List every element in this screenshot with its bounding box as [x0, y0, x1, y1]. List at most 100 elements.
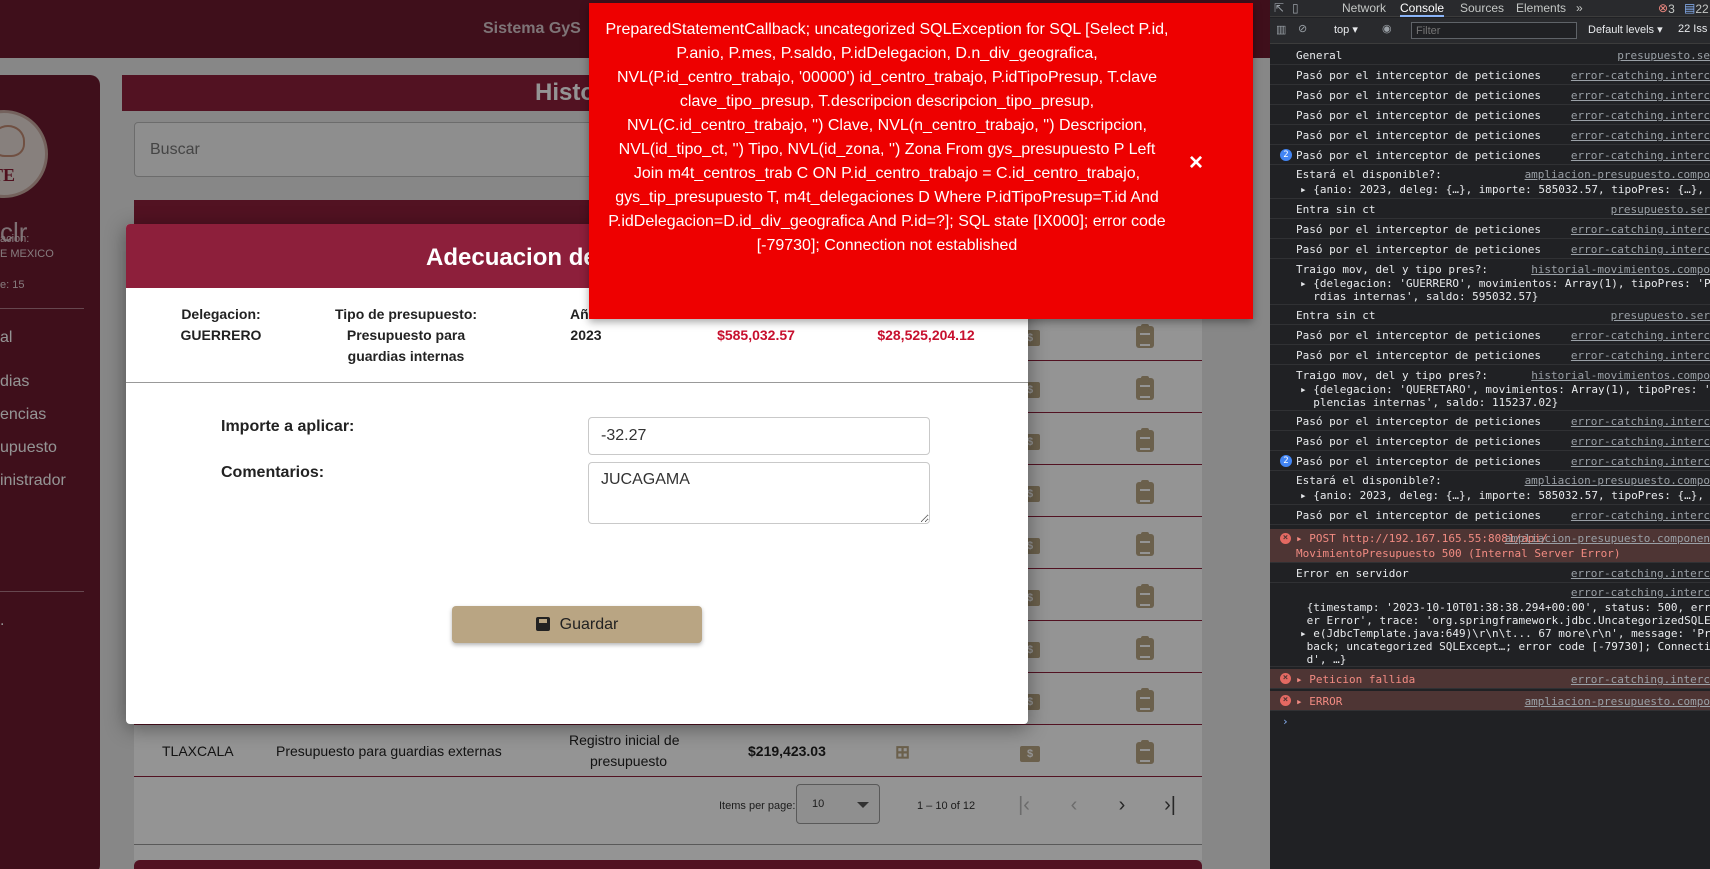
close-icon[interactable]: × [1189, 151, 1203, 175]
disponible-value: $28,525,204.12 [877, 327, 975, 343]
log-entry: Estará el disponible?: ampliacion-presupu… [1270, 471, 1710, 505]
error-message: PreparedStatementCallback; uncategorized… [605, 21, 1169, 254]
tipo-value-2: guardias internas [347, 348, 465, 364]
log-source-link[interactable]: error-catching.interc [1571, 415, 1710, 428]
log-entry: Pasó por el interceptor de peticiones err… [1270, 125, 1710, 145]
log-entry: General presupuesto.se [1270, 46, 1710, 65]
log-entry: Pasó por el interceptor de peticiones err… [1270, 411, 1710, 431]
log-entry-object: error-catching.interc {timestamp: '2023-… [1270, 583, 1710, 667]
delegacion-info: Delegacion: GUERRERO [166, 304, 276, 346]
comentarios-textarea[interactable]: JUCAGAMA [588, 462, 930, 524]
eye-icon[interactable]: ◉ [1382, 22, 1392, 35]
log-source-link[interactable]: error-catching.interc [1571, 149, 1710, 162]
log-entry: Traigo mov, del y tipo pres?: historial-m… [1270, 365, 1710, 411]
log-entry: Pasó por el interceptor de peticiones err… [1270, 239, 1710, 259]
repeat-count-badge: 2 [1280, 455, 1292, 467]
device-toggle-icon[interactable]: ▯ [1292, 1, 1299, 15]
log-source-link[interactable]: error-catching.interc [1571, 243, 1710, 256]
log-object-cont: rdias internas', saldo: 595032.57} [1300, 290, 1539, 303]
log-entry: Pasó por el interceptor de peticiones err… [1270, 219, 1710, 239]
log-entry: Traigo mov, del y tipo pres?: historial-m… [1270, 259, 1710, 305]
tab-console[interactable]: Console [1400, 1, 1445, 17]
clear-console-icon[interactable]: ⊘ [1298, 22, 1307, 35]
delegacion-value: GUERRERO [180, 327, 262, 343]
log-entry: Pasó por el interceptor de peticiones err… [1270, 505, 1710, 525]
log-expand[interactable]: ▸ Peticion fallida [1296, 673, 1415, 686]
tipo-value: Presupuesto para [346, 327, 466, 343]
log-source-link[interactable]: presupuesto.ser [1611, 309, 1710, 322]
log-source-link[interactable]: presupuesto.ser [1611, 203, 1710, 216]
log-source-link[interactable]: ampliacion-presupuesto.compo [1525, 695, 1710, 708]
log-error-fallida: × ▸ Peticion fallida error-catching.interc [1270, 669, 1710, 689]
error-icon: × [1280, 695, 1291, 706]
log-entry: Pasó por el interceptor de peticiones err… [1270, 105, 1710, 125]
repeat-count-badge: 2 [1280, 149, 1292, 161]
importe-label: Importe a aplicar: [221, 418, 355, 435]
inspect-icon[interactable]: ⇱ [1274, 1, 1284, 15]
sidebar-toggle-icon[interactable]: ▥ [1276, 23, 1286, 36]
app-page: Sistema GyS STE clr acion: E MEXICO e: 1… [0, 0, 1270, 869]
log-object[interactable]: ▸ {anio: 2023, deleg: {…}, importe: 5850… [1300, 489, 1710, 502]
console-toolbar: ▥ ⊘ top ▾ ◉ Default levels ▾ 22 Iss [1270, 18, 1710, 44]
log-source-link[interactable]: error-catching.interc [1571, 586, 1710, 599]
issues-count[interactable]: ▤ 22 [1684, 1, 1709, 16]
log-expand[interactable]: ▸ ERROR [1296, 695, 1342, 708]
log-source-link[interactable]: presupuesto.se [1617, 49, 1710, 62]
dialog-title: Adecuacion de [426, 244, 597, 271]
issues-button[interactable]: 22 Iss [1678, 23, 1707, 35]
log-object-cont: plencias internas', saldo: 115237.02} [1300, 396, 1559, 409]
log-entry: Pasó por el interceptor de peticiones err… [1270, 85, 1710, 105]
context-select[interactable]: top ▾ [1334, 23, 1358, 36]
saldo-value: $585,032.57 [717, 327, 795, 343]
log-entry: Estará el disponible?: ampliacion-presupu… [1270, 165, 1710, 199]
log-source-link[interactable]: ampliacion-presupuesto.compo [1525, 474, 1710, 487]
log-source-link[interactable]: error-catching.interc [1571, 509, 1710, 522]
console-filter-input[interactable] [1411, 22, 1577, 39]
tab-network[interactable]: Network [1342, 1, 1386, 15]
console-prompt[interactable]: › [1282, 715, 1289, 728]
tab-sources[interactable]: Sources [1460, 1, 1504, 15]
log-source-link[interactable]: historial-movimientos.compo [1531, 369, 1710, 382]
log-error-post: × ▸ POST http://192.167.165.55:8081/api/a… [1270, 529, 1710, 563]
tipo-info: Tipo de presupuesto: Presupuesto para gu… [321, 304, 491, 367]
log-source-link[interactable]: ampliacion-presupuesto.compo [1525, 168, 1710, 181]
save-icon [535, 616, 550, 631]
devtools-panel: ⇱ ▯ Network Console Sources Elements » ⊗… [1270, 0, 1710, 869]
log-source-link[interactable]: error-catching.interc [1571, 89, 1710, 102]
log-source-link[interactable]: error-catching.interc [1571, 435, 1710, 448]
importe-input[interactable] [588, 417, 930, 455]
log-source-link[interactable]: error-catching.interc [1571, 673, 1710, 686]
log-source-link[interactable]: error-catching.interc [1571, 455, 1710, 468]
log-source-link[interactable]: error-catching.interc [1571, 223, 1710, 236]
log-entry: Pasó por el interceptor de peticiones err… [1270, 431, 1710, 451]
log-levels-select[interactable]: Default levels ▾ [1588, 23, 1663, 36]
log-entry: Error en servidor error-catching.interc [1270, 563, 1710, 583]
log-source-link[interactable]: historial-movimientos.compo [1531, 263, 1710, 276]
log-entry: Pasó por el interceptor de peticiones err… [1270, 345, 1710, 365]
log-entry: Pasó por el interceptor de peticiones err… [1270, 65, 1710, 85]
log-source-link[interactable]: error-catching.interc [1571, 349, 1710, 362]
tab-elements[interactable]: Elements [1516, 1, 1566, 15]
error-count: ⊗ 3 [1658, 1, 1675, 16]
more-tabs-icon[interactable]: » [1576, 1, 1583, 15]
log-error-error: × ▸ ERROR ampliacion-presupuesto.compo [1270, 691, 1710, 711]
log-source-link[interactable]: error-catching.interc [1571, 109, 1710, 122]
log-object[interactable]: ▸ {delegacion: 'QUERETARO', movimientos:… [1300, 383, 1710, 396]
comentarios-label: Comentarios: [221, 464, 325, 481]
log-object[interactable]: ▸ e(JdbcTemplate.java:649)\r\n\t... 67 m… [1300, 627, 1710, 640]
log-source-link[interactable]: error-catching.interc [1571, 129, 1710, 142]
log-entry: Entra sin ct presupuesto.ser [1270, 305, 1710, 325]
log-object[interactable]: ▸ {anio: 2023, deleg: {…}, importe: 5850… [1300, 183, 1710, 196]
log-source-link[interactable]: ampliacion-presupuesto.componen [1505, 532, 1710, 545]
error-toast: PreparedStatementCallback; uncategorized… [589, 3, 1253, 319]
tipo-label: Tipo de presupuesto: [334, 306, 478, 322]
delegacion-label: Delegacion: [181, 306, 261, 322]
save-button[interactable]: Guardar [452, 606, 702, 643]
log-source-link[interactable]: error-catching.interc [1571, 69, 1710, 82]
log-source-link[interactable]: error-catching.interc [1571, 329, 1710, 342]
error-icon: × [1280, 533, 1291, 544]
log-object[interactable]: ▸ {delegacion: 'GUERRERO', movimientos: … [1300, 277, 1710, 290]
log-source-link[interactable]: error-catching.interc [1571, 567, 1710, 580]
dialog-divider [126, 382, 1028, 383]
anio-value: 2023 [570, 327, 602, 343]
